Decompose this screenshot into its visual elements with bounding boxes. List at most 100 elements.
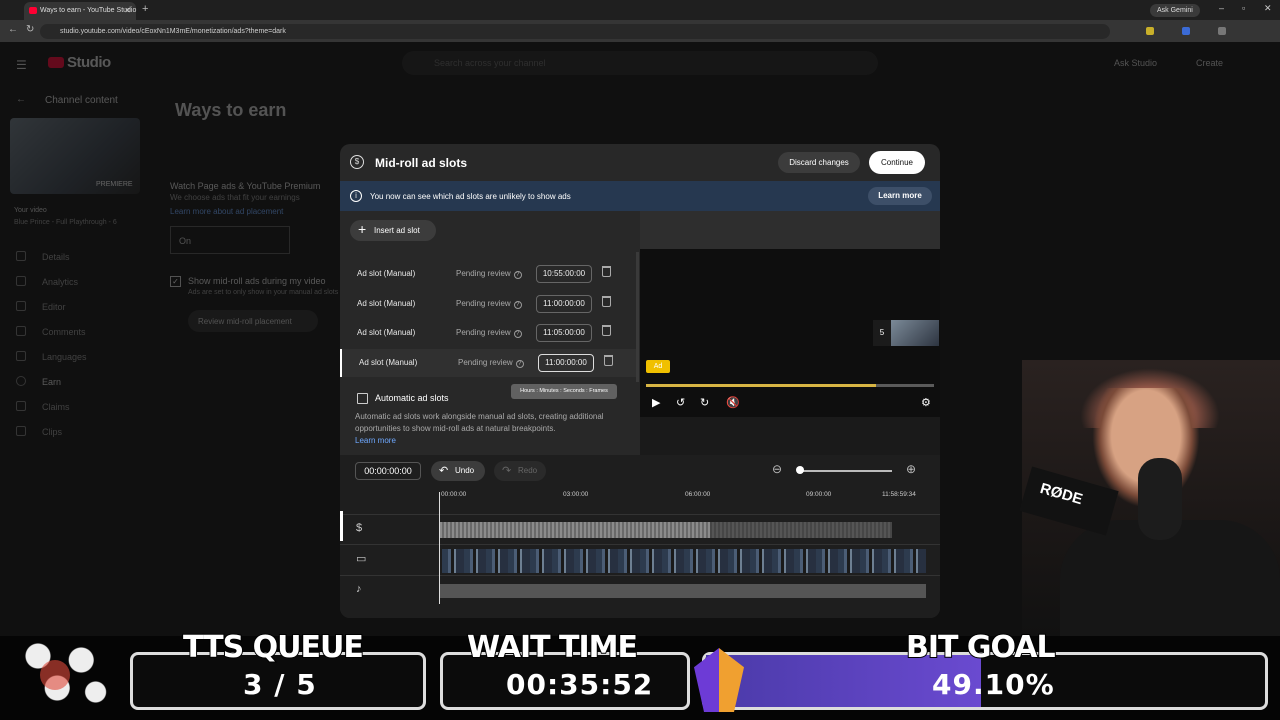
new-tab-button[interactable]: +	[142, 3, 148, 15]
trash-icon[interactable]	[602, 325, 611, 336]
help-icon[interactable]: ?	[513, 301, 522, 309]
audio-track-bar[interactable]	[440, 584, 926, 598]
help-icon[interactable]: ?	[513, 271, 522, 279]
timeline-tick: 06:00:00	[685, 491, 711, 498]
sidebar-item-claims[interactable]: Claims	[16, 401, 70, 412]
ask-studio-button[interactable]: Ask Studio	[1114, 58, 1157, 68]
help-icon[interactable]: ?	[515, 360, 524, 368]
continue-button[interactable]: Continue	[869, 151, 925, 174]
extension-icon[interactable]	[1146, 27, 1154, 35]
midroll-ad-slots-dialog: $ Mid-roll ad slots Discard changes Cont…	[340, 144, 940, 618]
zoom-in-icon[interactable]: ⊕	[906, 462, 916, 476]
track-selection-marker	[340, 511, 343, 541]
time-format-tooltip: Hours : Minutes : Seconds : Frames	[511, 384, 617, 399]
play-icon[interactable]: ▶	[652, 396, 660, 409]
sidebar-item-clips[interactable]: Clips	[16, 426, 62, 437]
playhead[interactable]	[439, 492, 440, 604]
trash-icon[interactable]	[602, 296, 611, 307]
extension-icon[interactable]	[1218, 27, 1226, 35]
timecode-field[interactable]: 00:00:00:00	[355, 462, 421, 480]
info-icon: i	[350, 190, 362, 202]
midroll-checkbox[interactable]: ✓	[170, 276, 181, 287]
ad-badge: Ad	[646, 360, 670, 373]
tab-title: Ways to earn - YouTube Studio	[40, 7, 137, 14]
search-input[interactable]: Search across your channel	[402, 51, 878, 75]
back-arrow-icon[interactable]: ←	[16, 94, 26, 105]
midroll-desc: Ads are set to only show in your manual …	[188, 289, 339, 296]
sidebar-item-details[interactable]: Details	[16, 251, 70, 262]
premiere-badge: PREMIERE	[96, 181, 133, 188]
plus-icon: +	[358, 221, 367, 237]
microphone	[1138, 458, 1182, 540]
undo-icon: ↶	[439, 465, 449, 477]
sidebar-item-editor[interactable]: Editor	[16, 301, 66, 312]
video-camera-icon: ▭	[356, 553, 367, 565]
midroll-label: Show mid-roll ads during my video	[188, 276, 326, 286]
reload-icon[interactable]: ↻	[26, 24, 34, 35]
bit-goal-value: 49.10%	[932, 668, 1055, 701]
sidebar-item-analytics[interactable]: Analytics	[16, 276, 78, 287]
automatic-slots-checkbox[interactable]	[357, 393, 368, 404]
extension-icon[interactable]	[1182, 27, 1190, 35]
tts-queue-label: TTS QUEUE	[182, 629, 365, 666]
settings-gear-icon[interactable]: ⚙	[921, 396, 931, 409]
video-track-bar[interactable]	[442, 549, 926, 573]
slot-status: Pending review?	[456, 299, 522, 309]
back-icon[interactable]: ←	[8, 24, 18, 35]
sidebar-item-languages[interactable]: Languages	[16, 351, 87, 362]
timeline-tick: 09:00:00	[806, 491, 832, 498]
discard-changes-button[interactable]: Discard changes	[778, 152, 860, 173]
review-midroll-button[interactable]: Review mid-roll placement	[188, 310, 318, 332]
zoom-slider-knob[interactable]	[796, 466, 804, 474]
insert-ad-slot-button[interactable]: + Insert ad slot	[350, 220, 436, 241]
section-link[interactable]: Learn more about ad placement	[170, 207, 283, 216]
music-note-icon: ♪	[356, 583, 362, 595]
rewind-icon[interactable]: ↺	[676, 396, 685, 409]
ad-slot-row[interactable]: Ad slot (Manual) Pending review? 11:00:0…	[340, 290, 636, 318]
ad-slot-row[interactable]: Ad slot (Manual) Pending review? 11:05:0…	[340, 319, 636, 347]
tts-queue-value: 3 / 5	[243, 668, 317, 701]
zoom-out-icon[interactable]: ⊖	[772, 462, 782, 476]
learn-more-button[interactable]: Learn more	[868, 187, 932, 205]
youtube-favicon-icon	[29, 7, 37, 14]
ad-slot-row-selected[interactable]: Ad slot (Manual) Pending review? 11:00:0…	[340, 349, 636, 377]
slot-status: Pending review?	[456, 269, 522, 279]
page-title: Ways to earn	[175, 100, 287, 120]
studio-logo[interactable]: Studio	[48, 54, 111, 71]
ask-gemini-button[interactable]: Ask Gemini	[1150, 4, 1200, 17]
redo-button[interactable]: ↷ Redo	[494, 461, 546, 481]
help-icon[interactable]: ?	[513, 330, 522, 338]
slot-time-field[interactable]: 10:55:00:00	[536, 265, 592, 283]
forward-icon[interactable]: ↻	[700, 396, 709, 409]
channel-content-link[interactable]: Channel content	[45, 95, 118, 106]
trash-icon[interactable]	[604, 355, 613, 366]
slot-list-scrollbar[interactable]	[636, 252, 639, 382]
slot-time-field[interactable]: 11:05:00:00	[536, 324, 592, 342]
sidebar-item-earn[interactable]: Earn	[16, 376, 61, 387]
maximize-icon[interactable]: ▫	[1242, 3, 1245, 13]
insert-label: Insert ad slot	[374, 226, 420, 235]
window-close-icon[interactable]: ✕	[1264, 3, 1272, 14]
undo-button[interactable]: ↶ Undo	[431, 461, 485, 481]
section-desc: We choose ads that fit your earnings	[170, 193, 300, 202]
menu-icon[interactable]: ☰	[16, 58, 27, 72]
slot-time-field[interactable]: 11:00:00:00	[538, 354, 594, 372]
up-next-thumbnail[interactable]	[891, 320, 939, 346]
create-button[interactable]: Create	[1196, 58, 1223, 68]
slot-time-field[interactable]: 11:00:00:00	[536, 295, 592, 313]
url-field[interactable]: studio.youtube.com/video/cEoxNn1M3mE/mon…	[40, 24, 1110, 39]
minimize-icon[interactable]: –	[1219, 3, 1224, 13]
ad-slot-row[interactable]: Ad slot (Manual) Pending review? 10:55:0…	[340, 260, 636, 288]
mute-icon[interactable]: 🔇	[726, 396, 740, 409]
close-tab-icon[interactable]: ✕	[124, 6, 131, 15]
ads-toggle-select[interactable]: On	[170, 226, 290, 254]
browser-tab[interactable]: Ways to earn - YouTube Studio ✕	[24, 2, 136, 20]
video-title: Blue Prince - Full Playthrough - 6	[14, 219, 117, 226]
dollar-icon: $	[350, 155, 364, 169]
zoom-slider[interactable]	[800, 470, 892, 472]
sidebar-item-comments[interactable]: Comments	[16, 326, 86, 337]
trash-icon[interactable]	[602, 266, 611, 277]
slot-name: Ad slot (Manual)	[359, 358, 418, 367]
banner-text: You now can see which ad slots are unlik…	[370, 192, 571, 201]
automatic-slots-learn-more[interactable]: Learn more	[355, 436, 396, 445]
